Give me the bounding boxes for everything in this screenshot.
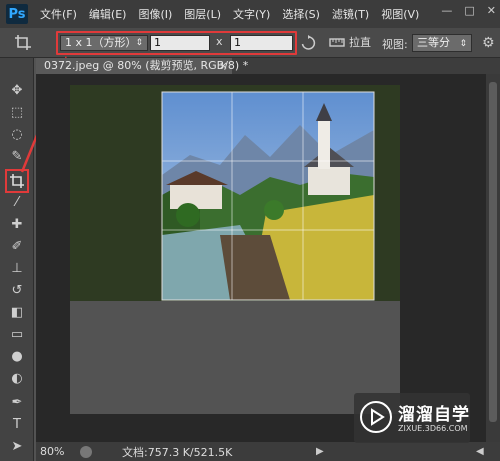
close-icon[interactable]: × (219, 58, 228, 74)
ratio-height-input[interactable]: 1 (230, 35, 293, 51)
restore-button[interactable]: □ (464, 4, 474, 17)
healing-icon[interactable]: ✚ (7, 214, 27, 234)
menu-image[interactable]: 图像(I) (138, 6, 172, 22)
app-logo: Ps (6, 4, 28, 24)
minimize-button[interactable]: — (441, 4, 452, 17)
view-overlay-value: 三等分 (417, 36, 450, 49)
menu-layer[interactable]: 图层(L) (184, 6, 221, 22)
swap-icon[interactable] (300, 35, 316, 51)
options-bar: 1 x 1（方形） ⇕ 1 x 1 拉直 视图: 三等分 ⇕ ⚙ (0, 28, 500, 58)
chevron-down-icon: ⇕ (459, 39, 467, 49)
view-overlay-select[interactable]: 三等分 ⇕ (412, 34, 472, 52)
quick-select-icon[interactable]: ✎ (7, 146, 27, 166)
document-canvas[interactable] (70, 85, 400, 414)
watermark-logo-icon (360, 401, 392, 433)
status-bar: 80% 文档:757.3 K/521.5K ▶ ◀ (36, 442, 500, 461)
zoom-level[interactable]: 80% (40, 445, 80, 458)
ratio-preset-select[interactable]: 1 x 1（方形） ⇕ (60, 35, 148, 51)
watermark-url: ZIXUE.3D66.COM (398, 424, 468, 433)
tools-panel: ✥ ⬚ ◌ ✎ ⁄ ✚ ✐ ⊥ ↺ ◧ ▭ ● ◐ ✒ T ➤ (0, 58, 34, 461)
ratio-separator: x (216, 35, 223, 48)
status-info-icon[interactable] (80, 445, 92, 458)
ratio-preset-value: 1 x 1（方形） (65, 36, 137, 49)
history-brush-icon[interactable]: ↺ (7, 280, 27, 300)
document-info: 文档:757.3 K/521.5K (122, 445, 233, 459)
canvas-area[interactable] (36, 74, 486, 442)
crop-icon[interactable] (14, 34, 32, 52)
watermark: 溜溜自学 ZIXUE.3D66.COM (354, 393, 470, 443)
document-tab[interactable]: 0372.jpeg @ 80% (裁剪预览, RGB/8) * × (36, 58, 248, 74)
vertical-scrollbar[interactable] (486, 74, 500, 442)
window-controls: — □ ✕ (441, 4, 496, 17)
photo-image (70, 85, 400, 301)
menu-edit[interactable]: 编辑(E) (89, 6, 127, 22)
straighten-label: 拉直 (349, 36, 371, 49)
chevron-down-icon: ⇕ (135, 38, 143, 48)
straighten-button[interactable]: 拉直 (328, 33, 371, 51)
dodge-icon[interactable]: ◐ (7, 368, 27, 388)
document-tabs: 0372.jpeg @ 80% (裁剪预览, RGB/8) * × (36, 58, 500, 74)
marquee-icon[interactable]: ⬚ (7, 102, 27, 122)
menu-filter[interactable]: 滤镜(T) (332, 6, 369, 22)
gradient-icon[interactable]: ▭ (7, 324, 27, 344)
menu-bar: Ps 文件(F) 编辑(E) 图像(I) 图层(L) 文字(Y) 选择(S) 滤… (0, 0, 500, 28)
menu-file[interactable]: 文件(F) (40, 6, 77, 22)
gear-icon[interactable]: ⚙ (482, 35, 495, 51)
type-icon[interactable]: T (7, 414, 27, 434)
stamp-icon[interactable]: ⊥ (7, 258, 27, 278)
straighten-icon (329, 38, 345, 47)
pen-icon[interactable]: ✒ (7, 392, 27, 412)
crop-icon[interactable] (7, 171, 27, 191)
ratio-group-highlight: 1 x 1（方形） ⇕ 1 x 1 (56, 31, 297, 55)
menu-select[interactable]: 选择(S) (282, 6, 320, 22)
blur-icon[interactable]: ● (7, 346, 27, 366)
brush-icon[interactable]: ✐ (7, 236, 27, 256)
menu-type[interactable]: 文字(Y) (233, 6, 270, 22)
document-tab-title: 0372.jpeg @ 80% (裁剪预览, RGB/8) * (44, 59, 249, 72)
watermark-title: 溜溜自学 (398, 405, 470, 425)
status-menu-arrow-icon[interactable]: ▶ (316, 446, 324, 457)
view-label: 视图: (382, 38, 408, 51)
eraser-icon[interactable]: ◧ (7, 302, 27, 322)
photoshop-window: Ps 文件(F) 编辑(E) 图像(I) 图层(L) 文字(Y) 选择(S) 滤… (0, 0, 500, 461)
path-select-icon[interactable]: ➤ (7, 436, 27, 456)
lasso-icon[interactable]: ◌ (7, 124, 27, 144)
menu-view[interactable]: 视图(V) (381, 6, 419, 22)
scrollbar-thumb[interactable] (489, 82, 497, 422)
close-button[interactable]: ✕ (487, 4, 496, 17)
scroll-arrow-icon[interactable]: ◀ (476, 446, 484, 457)
eyedropper-icon[interactable]: ⁄ (7, 192, 27, 212)
ratio-width-input[interactable]: 1 (150, 35, 210, 51)
move-icon[interactable]: ✥ (7, 80, 27, 100)
